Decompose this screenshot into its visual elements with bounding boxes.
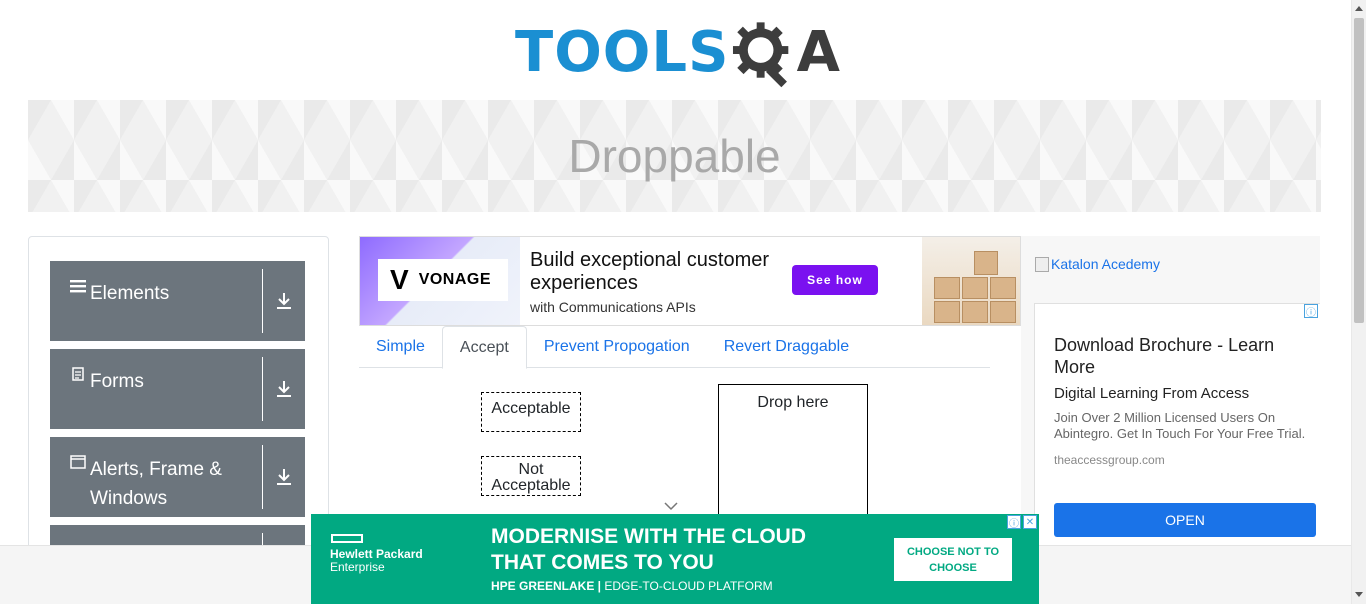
document-icon: [67, 367, 89, 381]
tab-accept[interactable]: Accept: [441, 326, 527, 369]
gear-magnifier-icon: [733, 22, 789, 88]
vonage-brand: VONAGE: [418, 271, 492, 288]
right-ad-column: Katalon Acedemy ⓘ ✕ Download Brochure - …: [1021, 236, 1320, 546]
window-icon: [67, 455, 89, 469]
hpe-headline: MODERNISE WITH THE CLOUD THAT COMES TO Y…: [491, 525, 806, 574]
sidebar-group-label: Elements: [90, 283, 170, 304]
hpe-ad[interactable]: ⓘ ✕ Hewlett Packard Enterprise MODERNISE…: [311, 514, 1039, 604]
page-banner: Droppable: [28, 100, 1321, 212]
download-icon[interactable]: [263, 437, 305, 517]
open-button[interactable]: OPEN: [1054, 503, 1316, 537]
download-icon[interactable]: [263, 349, 305, 429]
brochure-subtitle: Digital Learning From Access: [1054, 385, 1250, 402]
see-how-button[interactable]: See how: [792, 265, 878, 295]
ad-subline: with Communications APIs: [530, 299, 696, 315]
hpe-sub-rest: EDGE-TO-CLOUD PLATFORM: [601, 579, 773, 593]
scroll-up-arrow-icon[interactable]: [1355, 6, 1363, 11]
brochure-url: theaccessgroup.com: [1054, 453, 1165, 467]
drop-target[interactable]: Drop here: [718, 384, 868, 524]
sidebar-group-forms[interactable]: Forms: [50, 349, 305, 429]
scroll-down-arrow-icon[interactable]: [1355, 592, 1363, 597]
vonage-logo-box: V VONAGE: [360, 237, 520, 325]
vonage-ad[interactable]: V VONAGE Build exceptional customer expe…: [359, 236, 1021, 326]
ad-headline: Build exceptional customer experiences: [530, 249, 770, 294]
sidebar-group-label: Alerts, Frame & Windows: [90, 459, 222, 509]
page-title: Droppable: [568, 130, 781, 182]
logo-tools-text: TOOLS: [515, 20, 730, 85]
ad-info-icon[interactable]: ⓘ: [1304, 304, 1318, 319]
hpe-brand-line2: Enterprise: [330, 560, 385, 574]
hpe-sub-bold: HPE GREENLAKE |: [491, 579, 602, 593]
brochure-body: Join Over 2 Million Licensed Users On Ab…: [1054, 410, 1306, 441]
logo-qa-text: A: [796, 20, 840, 85]
acceptable-draggable[interactable]: Acceptable: [481, 392, 581, 432]
droppable-tabs: Simple Accept Prevent Propogation Revert…: [359, 326, 990, 369]
page: TOOLS A Droppable Elements Forms Alerts,…: [0, 0, 1366, 604]
hpe-logo-icon: [331, 534, 363, 543]
katalon-ad-link[interactable]: Katalon Acedemy: [1035, 256, 1160, 272]
sidebar-group-label: Forms: [90, 371, 144, 392]
left-sidebar: Elements Forms Alerts, Frame & Windows: [28, 236, 329, 566]
katalon-alt-text: Katalon Acedemy: [1051, 256, 1160, 272]
vonage-v-icon: V: [390, 264, 409, 295]
hamburger-icon: [67, 279, 89, 293]
tab-revert-draggable[interactable]: Revert Draggable: [707, 326, 866, 368]
download-icon[interactable]: [263, 261, 305, 341]
brochure-title: Download Brochure - Learn More: [1054, 335, 1275, 377]
choose-not-to-choose-button[interactable]: CHOOSE NOT TO CHOOSE: [894, 538, 1012, 581]
tab-simple[interactable]: Simple: [359, 326, 442, 368]
hpe-subline: HPE GREENLAKE | EDGE-TO-CLOUD PLATFORM: [491, 579, 773, 593]
ad-boxes-image: [922, 237, 1020, 325]
tab-prevent-propogation[interactable]: Prevent Propogation: [527, 326, 707, 368]
vertical-scrollbar[interactable]: [1351, 0, 1366, 604]
broken-image-icon: [1035, 256, 1049, 272]
ad-info-icon[interactable]: ⓘ: [1007, 515, 1021, 530]
toolsqa-logo[interactable]: TOOLS A: [515, 14, 840, 92]
sidebar-group-alerts[interactable]: Alerts, Frame & Windows: [50, 437, 305, 517]
brochure-ad[interactable]: ⓘ ✕ Download Brochure - Learn More Digit…: [1034, 303, 1320, 546]
not-acceptable-draggable[interactable]: Not Acceptable: [481, 456, 581, 496]
sidebar-group-elements[interactable]: Elements: [50, 261, 305, 341]
ad-close-icon[interactable]: ✕: [1023, 515, 1037, 529]
scrollbar-thumb[interactable]: [1354, 18, 1364, 323]
